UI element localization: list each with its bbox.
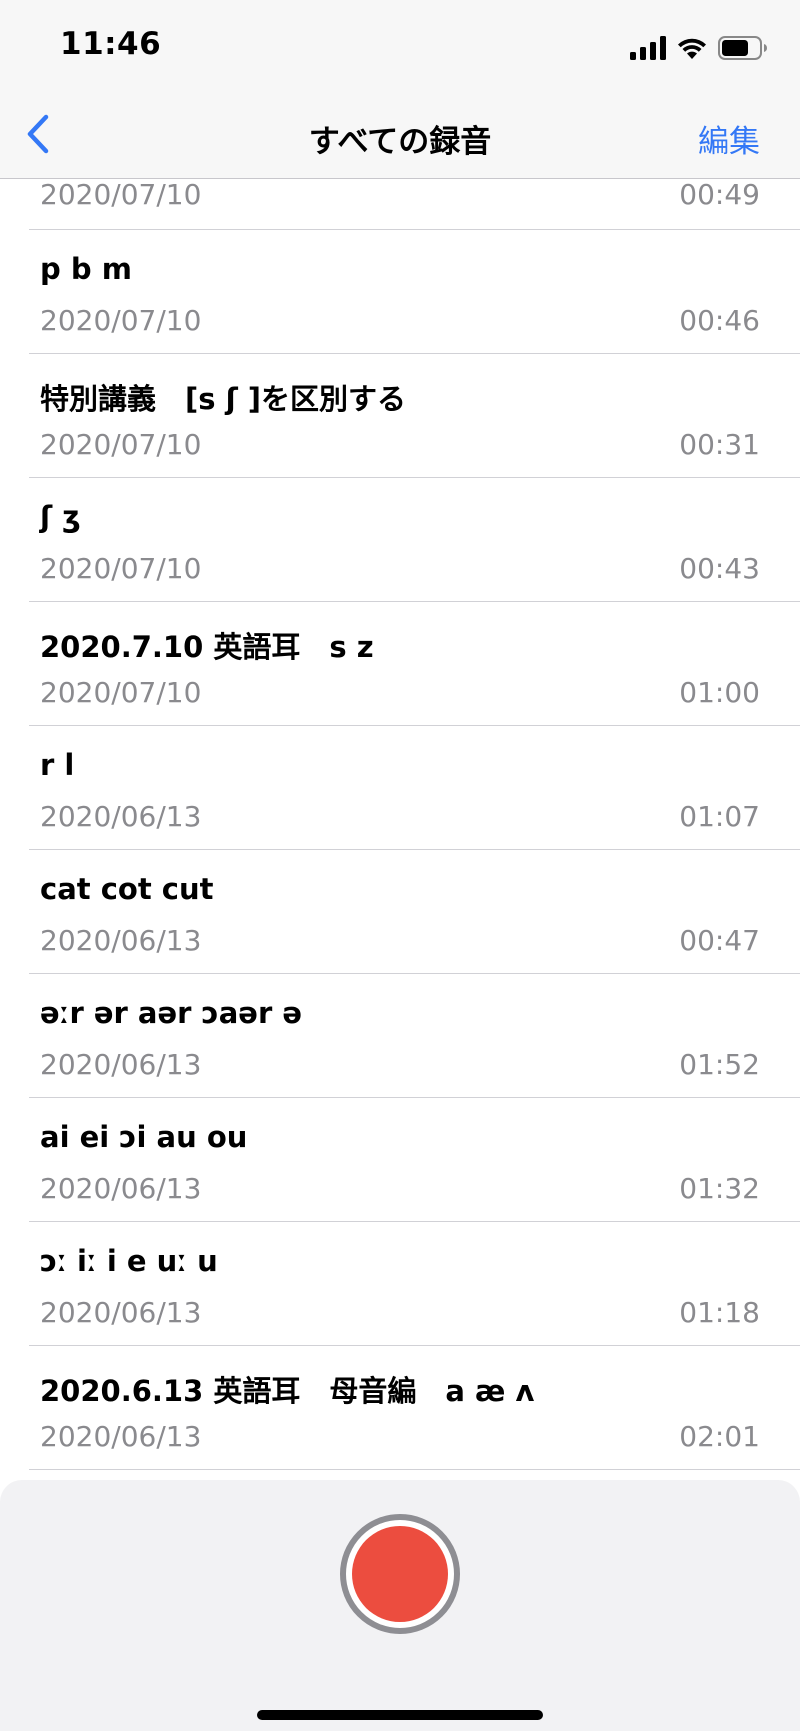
nav-bar: すべての録音 編集 xyxy=(0,96,800,179)
recording-title: əːr ər aər ɔaər ə xyxy=(40,996,303,1030)
recording-date: 2020/06/13 xyxy=(40,1048,202,1081)
home-indicator[interactable] xyxy=(257,1710,543,1720)
record-dot-icon xyxy=(352,1526,448,1622)
recording-date: 2020/06/13 xyxy=(40,924,202,957)
recording-date: 2020/06/13 xyxy=(40,1172,202,1205)
recording-duration: 00:46 xyxy=(679,304,760,337)
recording-date: 2020/07/10 xyxy=(40,552,202,585)
recording-title: 特別講義 [s ʃ ]を区別する xyxy=(40,382,406,416)
recording-duration: 01:52 xyxy=(679,1048,760,1081)
recording-date: 2020/07/10 xyxy=(40,428,202,461)
recording-duration: 00:31 xyxy=(679,428,760,461)
recording-date: 2020/06/13 xyxy=(40,1420,202,1453)
list-item[interactable]: ai ei ɔi au ou 2020/06/13 01:32 xyxy=(29,1098,800,1222)
recording-date: 2020/07/10 xyxy=(40,178,202,211)
recording-title: 2020.7.10 英語耳 s z xyxy=(40,630,374,664)
recording-title: 2020.6.13 英語耳 母音編 a æ ʌ xyxy=(40,1374,535,1408)
list-item[interactable]: ʃ ʒ 2020/07/10 00:43 xyxy=(29,478,800,602)
record-button[interactable] xyxy=(340,1514,460,1634)
record-panel xyxy=(0,1480,800,1731)
status-bar: 11:46 xyxy=(0,0,800,96)
recording-date: 2020/07/10 xyxy=(40,676,202,709)
list-item[interactable]: p b m 2020/07/10 00:46 xyxy=(29,230,800,354)
recording-date: 2020/06/13 xyxy=(40,1296,202,1329)
cellular-signal-icon xyxy=(630,36,666,60)
list-item[interactable]: 特別講義 [s ʃ ]を区別する 2020/07/10 00:31 xyxy=(29,354,800,478)
edit-button[interactable]: 編集 xyxy=(698,116,760,161)
wifi-icon xyxy=(676,36,708,60)
list-item[interactable]: 2020.6.13 英語耳 母音編 a æ ʌ 2020/06/13 02:01 xyxy=(29,1346,800,1470)
recording-title: r l xyxy=(40,748,75,782)
recording-duration: 01:07 xyxy=(679,800,760,833)
recording-title: p b m xyxy=(40,252,132,286)
list-item-partial[interactable]: 2020/07/10 00:49 xyxy=(29,178,800,230)
screen: 11:46 すべての録音 編集 2020/07/10 00:49 p b m 2… xyxy=(0,0,800,1731)
status-time: 11:46 xyxy=(60,26,162,62)
list-item[interactable]: 2020.7.10 英語耳 s z 2020/07/10 01:00 xyxy=(29,602,800,726)
battery-icon xyxy=(718,36,768,60)
recordings-list[interactable]: 2020/07/10 00:49 p b m 2020/07/10 00:46 … xyxy=(0,178,800,1480)
recording-duration: 00:49 xyxy=(679,178,760,211)
recording-date: 2020/07/10 xyxy=(40,304,202,337)
list-item[interactable]: cat cot cut 2020/06/13 00:47 xyxy=(29,850,800,974)
recording-duration: 01:18 xyxy=(679,1296,760,1329)
recording-duration: 02:01 xyxy=(679,1420,760,1453)
list-item[interactable]: ɔː iː i e uː u 2020/06/13 01:18 xyxy=(29,1222,800,1346)
status-icons xyxy=(630,32,768,64)
recording-title: cat cot cut xyxy=(40,872,214,906)
recording-duration: 00:43 xyxy=(679,552,760,585)
page-title: すべての録音 xyxy=(308,124,492,160)
recording-duration: 01:00 xyxy=(679,676,760,709)
recording-duration: 00:47 xyxy=(679,924,760,957)
recording-date: 2020/06/13 xyxy=(40,800,202,833)
recording-title: ʃ ʒ xyxy=(40,500,81,534)
recording-duration: 01:32 xyxy=(679,1172,760,1205)
recording-title: ɔː iː i e uː u xyxy=(40,1244,218,1278)
recording-title: ai ei ɔi au ou xyxy=(40,1120,248,1154)
list-item[interactable]: əːr ər aər ɔaər ə 2020/06/13 01:52 xyxy=(29,974,800,1098)
list-item[interactable]: r l 2020/06/13 01:07 xyxy=(29,726,800,850)
